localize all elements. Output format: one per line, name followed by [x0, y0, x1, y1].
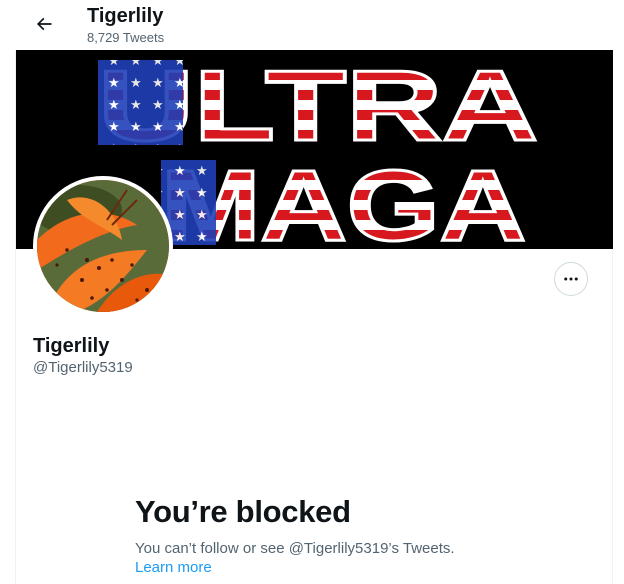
blocked-message: You can’t follow or see @Tigerlily5319’s…	[135, 540, 455, 557]
profile-name: Tigerlily	[33, 335, 110, 357]
tweet-count: 8,729 Tweets	[87, 30, 165, 45]
learn-more-link[interactable]: Learn more	[135, 559, 212, 576]
profile-handle: @Tigerlily5319	[33, 359, 133, 376]
avatar[interactable]	[33, 176, 173, 316]
more-options-button[interactable]	[554, 262, 588, 296]
more-horizontal-icon	[564, 277, 578, 281]
back-button[interactable]	[29, 9, 59, 39]
profile-header: Tigerlily 8,729 Tweets	[15, 0, 613, 50]
tiger-lily-image	[37, 180, 169, 312]
header-title: Tigerlily	[87, 5, 164, 27]
blocked-title: You’re blocked	[135, 494, 351, 529]
arrow-left-icon	[36, 17, 52, 31]
